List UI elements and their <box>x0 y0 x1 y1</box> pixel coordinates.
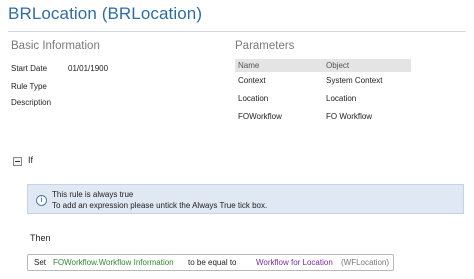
basic-information-heading: Basic Information <box>11 40 100 52</box>
parameter-name: Location <box>238 94 269 103</box>
page-title: BRLocation (BRLocation) <box>8 4 466 32</box>
table-row: Context System Context <box>235 72 411 90</box>
parameters-table-header: Name Object <box>235 59 411 72</box>
info-message-detail: To add an expression please untick the A… <box>52 201 268 210</box>
always-true-info-box: i This rule is always true To add an exp… <box>27 184 464 214</box>
parameters-table: Name Object Context System Context Locat… <box>235 59 411 126</box>
table-row: FOWorkflow FO Workflow <box>235 108 411 126</box>
parameter-name: Context <box>238 76 266 85</box>
set-target-field[interactable]: FOWorkflow.Workflow Information <box>53 258 174 267</box>
parameter-object: System Context <box>326 76 383 85</box>
then-label: Then <box>30 233 51 243</box>
table-row: Location Location <box>235 90 411 108</box>
description-label: Description <box>11 98 52 107</box>
start-date-label: Start Date <box>11 64 48 73</box>
rule-type-label: Rule Type <box>11 82 47 91</box>
start-date-value: 01/01/1900 <box>68 64 109 73</box>
if-label: If <box>28 155 34 165</box>
info-message-title: This rule is always true <box>52 190 134 199</box>
set-keyword: Set <box>34 258 47 267</box>
info-icon: i <box>36 195 47 206</box>
parameter-object: FO Workflow <box>326 112 373 121</box>
parameter-object: Location <box>326 94 357 103</box>
column-header-name: Name <box>238 61 260 70</box>
set-value-function[interactable]: Workflow for Location <box>256 258 333 267</box>
parameters-heading: Parameters <box>235 40 295 52</box>
collapse-toggle-icon[interactable] <box>13 157 22 166</box>
column-header-object: Object <box>326 61 350 70</box>
parameter-name: FOWorkflow <box>238 112 282 121</box>
set-expression[interactable]: Set FOWorkflow.Workflow Information to b… <box>27 254 394 271</box>
set-operator[interactable]: to be equal to <box>188 258 236 267</box>
set-value-parameter[interactable]: (WFLocation) <box>341 258 389 267</box>
